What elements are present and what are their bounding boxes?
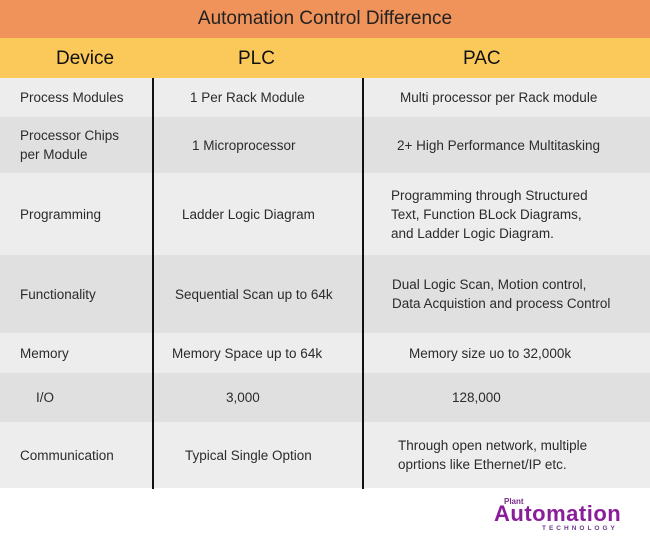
- header-plc: PLC: [238, 48, 275, 69]
- cell-text-line: and Ladder Logic Diagram.: [391, 225, 554, 241]
- cell-text-line: Typical Single Option: [185, 447, 312, 463]
- cell-plc: Sequential Scan up to 64k: [175, 255, 333, 333]
- cell-text-line: Multi processor per Rack module: [400, 90, 598, 105]
- cell-device: Functionality: [20, 255, 96, 333]
- table-row: Functionality Sequential Scan up to 64k Du…: [0, 255, 650, 333]
- cell-pac: Multi processor per Rack module: [400, 78, 597, 117]
- cell-plc: 1 Per Rack Module: [190, 78, 305, 117]
- cell-text-line: Memory: [20, 345, 69, 361]
- cell-text-line: Data Acquistion and process Control: [392, 296, 611, 311]
- cell-plc: 1 Microprocessor: [192, 117, 296, 173]
- cell-device: Processor Chips per Module: [20, 117, 119, 173]
- cell-plc: 3,000: [226, 373, 260, 422]
- cell-device: Communication: [20, 422, 114, 488]
- cell-text-line: Process Modules: [20, 90, 124, 105]
- table-row: Communication Typical Single Option Throug…: [0, 422, 650, 488]
- cell-device: Memory: [20, 333, 69, 373]
- plant-automation-logo: Plant Automation TECHNOLOGY: [492, 495, 642, 535]
- cell-pac: 2+ High Performance Multitasking: [397, 117, 600, 173]
- table-row: I/O 3,000 128,000: [0, 373, 650, 422]
- cell-text-line: per Module: [20, 147, 88, 162]
- cell-text-line: Programming: [20, 206, 102, 222]
- cell-text-line: Through open network, multiple: [398, 438, 588, 453]
- cell-text-line: Ladder Logic Diagram: [182, 206, 315, 222]
- cell-text-line: 128,000: [452, 390, 501, 405]
- cell-plc: Memory Space up to 64k: [172, 333, 322, 373]
- cell-text-line: 3,000: [226, 390, 260, 405]
- cell-text-line: Programming through Structured: [391, 187, 588, 203]
- column-divider: [152, 78, 154, 489]
- cell-plc: Typical Single Option: [185, 422, 312, 488]
- cell-text-line: I/O: [36, 390, 55, 405]
- cell-pac: Through open network, multiple oprtions l…: [398, 422, 587, 488]
- cell-text-line: Memory size uo to 32,000k: [409, 345, 572, 361]
- cell-pac: Programming through Structured Text, Func…: [391, 173, 588, 255]
- cell-text-line: Dual Logic Scan, Motion control,: [392, 277, 587, 292]
- cell-device: I/O: [36, 373, 54, 422]
- table-title: Automation Control Difference: [0, 0, 650, 38]
- table-row: Processor Chips per Module 1 Microprocesso…: [0, 117, 650, 173]
- cell-text-line: Memory Space up to 64k: [172, 345, 323, 361]
- cell-device: Programming: [20, 173, 101, 255]
- logo-wordmark: Automation: [494, 501, 622, 526]
- table-row: Programming Ladder Logic Diagram Programmi…: [0, 173, 650, 255]
- cell-device: Process Modules: [20, 78, 124, 117]
- header-device: Device: [56, 48, 115, 69]
- cell-pac: Memory size uo to 32,000k: [409, 333, 571, 373]
- table-row: Process Modules 1 Per Rack Module Multi pr…: [0, 78, 650, 117]
- cell-text-line: 1 Microprocessor: [192, 137, 296, 153]
- cell-text-line: Sequential Scan up to 64k: [175, 286, 333, 302]
- column-divider: [362, 78, 364, 489]
- cell-text-line: oprtions like Ethernet/IP etc.: [398, 457, 567, 472]
- cell-text-line: Communication: [20, 447, 114, 463]
- cell-text-line: Text, Function BLock Diagrams,: [391, 206, 582, 222]
- table-row: Memory Memory Space up to 64k Memory size …: [0, 333, 650, 373]
- cell-pac: 128,000: [452, 373, 501, 422]
- cell-plc: Ladder Logic Diagram: [182, 173, 315, 255]
- cell-text-line: Processor Chips: [20, 128, 120, 143]
- cell-text-line: 2+ High Performance Multitasking: [397, 137, 600, 153]
- header-pac: PAC: [463, 48, 501, 69]
- logo-technology-text: TECHNOLOGY: [542, 525, 618, 532]
- cell-pac: Dual Logic Scan, Motion control, Data Acq…: [392, 255, 610, 333]
- cell-text-line: Functionality: [20, 286, 96, 302]
- table-header: Device PLC PAC: [0, 38, 650, 78]
- cell-text-line: 1 Per Rack Module: [190, 90, 305, 105]
